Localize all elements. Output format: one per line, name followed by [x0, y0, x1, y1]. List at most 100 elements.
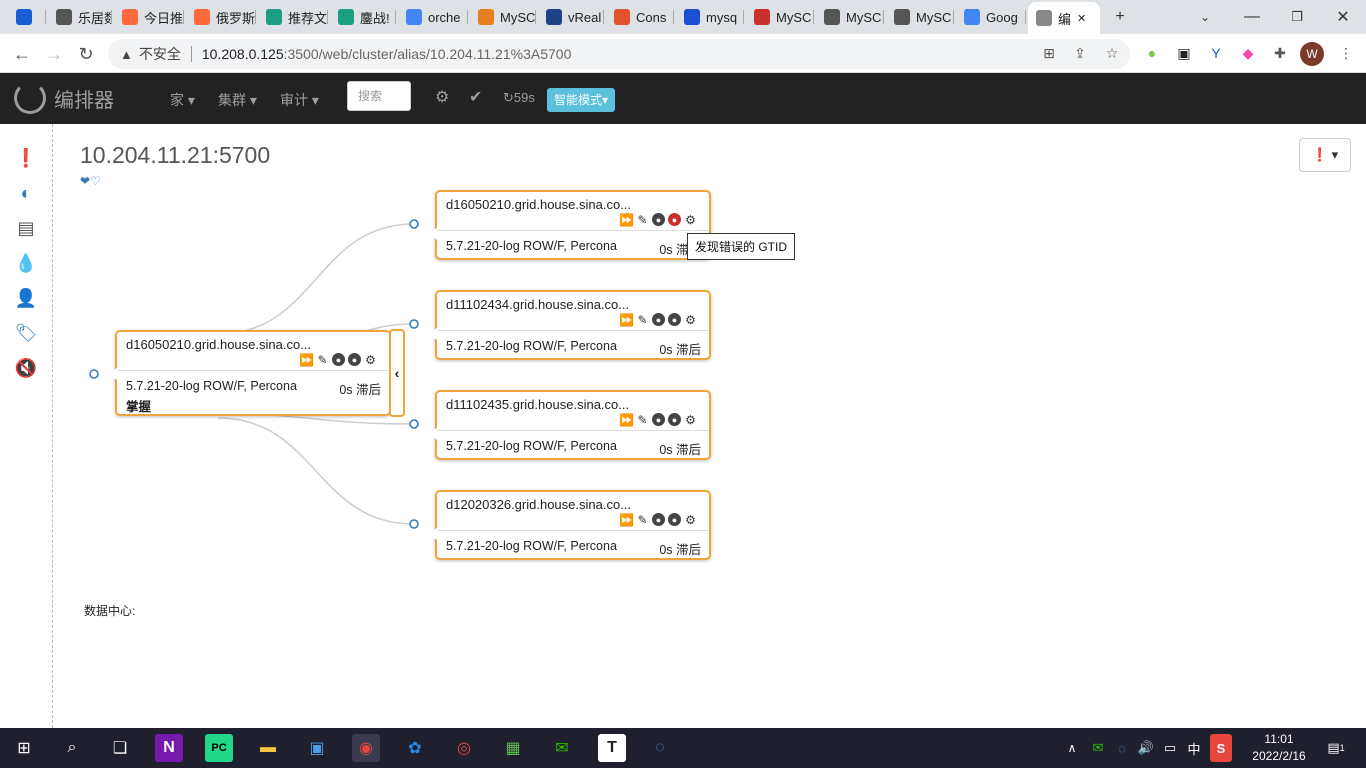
- edit-pencil-icon[interactable]: ✎: [636, 213, 649, 227]
- app-window-icon[interactable]: ▣: [303, 734, 331, 762]
- relocate-icon[interactable]: ⏩: [619, 513, 634, 527]
- notifications-icon[interactable]: ▤ 1: [1322, 734, 1350, 762]
- replica-node[interactable]: d16050210.grid.house.sina.co... ⏩ ✎ ● ● ⚙ 5.7.…: [429, 190, 711, 260]
- edit-pencil-icon[interactable]: ✎: [636, 313, 649, 327]
- settings-gear-icon[interactable]: ⚙: [435, 87, 449, 107]
- drop-icon[interactable]: 💧: [14, 251, 38, 275]
- restore-icon[interactable]: ❐: [1285, 5, 1309, 29]
- replica-connector-dot[interactable]: [409, 219, 419, 229]
- address-bar[interactable]: ▲ 不安全 10.208.0.125:3500/web/cluster/alia…: [108, 39, 1130, 69]
- replica-node[interactable]: d11102434.grid.house.sina.co... ⏩ ✎ ● ● ⚙ 5.7.…: [429, 290, 711, 360]
- relocate-icon[interactable]: ⏩: [619, 213, 634, 227]
- close-tab-icon[interactable]: ✕: [1077, 12, 1086, 25]
- contrast-icon[interactable]: ◐: [14, 181, 38, 205]
- node-hostname[interactable]: d11102434.grid.house.sina.co...: [446, 297, 629, 312]
- browser-tab[interactable]: 编 ✕: [1028, 2, 1100, 34]
- extension-mask-icon[interactable]: ▣: [1173, 42, 1195, 64]
- browser-tab[interactable]: MySC: [746, 4, 814, 30]
- smart-mode-button[interactable]: 智能模式▾: [547, 88, 615, 112]
- back-icon[interactable]: ←: [8, 40, 36, 68]
- browser-tab[interactable]: Cons: [606, 4, 674, 30]
- chart-app-icon[interactable]: ▦: [499, 734, 527, 762]
- chrome-icon[interactable]: ◉: [352, 734, 380, 762]
- extension-y-icon[interactable]: Y: [1205, 42, 1227, 64]
- menu-clusters[interactable]: 集群 ▾: [218, 90, 257, 110]
- node-settings-icon[interactable]: ⚙: [364, 353, 377, 367]
- check-circle-icon[interactable]: ✔: [469, 87, 482, 107]
- relocate-icon[interactable]: ⏩: [299, 353, 314, 367]
- gtid-globe-icon[interactable]: ●: [652, 213, 665, 226]
- compare-icon[interactable]: ▤: [14, 216, 38, 240]
- edit-pencil-icon[interactable]: ✎: [636, 513, 649, 527]
- browser-tab[interactable]: MySC: [816, 4, 884, 30]
- gtid-error-icon[interactable]: ●: [668, 213, 681, 226]
- node-settings-icon[interactable]: ⚙: [684, 513, 697, 527]
- warning-icon[interactable]: ▲: [120, 47, 133, 62]
- ime-indicator[interactable]: 中: [1184, 734, 1204, 762]
- browser-tab[interactable]: vReal: [538, 4, 604, 30]
- reload-icon[interactable]: ↻: [72, 40, 100, 68]
- extension-bird-icon[interactable]: ◆: [1237, 42, 1259, 64]
- node-settings-icon[interactable]: ⚙: [684, 313, 697, 327]
- search-icon[interactable]: ⌕: [58, 734, 86, 762]
- browser-menu-icon[interactable]: ⋮: [1335, 42, 1357, 64]
- new-tab-button[interactable]: +: [1108, 5, 1132, 29]
- gtid-globe-icon[interactable]: ●: [652, 313, 665, 326]
- browser-tab[interactable]: 推荐文: [258, 4, 328, 30]
- file-explorer-icon[interactable]: ▬: [254, 734, 282, 762]
- alert-icon[interactable]: ❗: [14, 146, 38, 170]
- browser-tab[interactable]: mysq: [676, 4, 744, 30]
- close-window-icon[interactable]: ✕: [1331, 5, 1355, 29]
- mute-icon[interactable]: 🔇: [14, 356, 38, 380]
- search-input[interactable]: 搜索: [347, 81, 411, 111]
- browser-tab[interactable]: MySC: [470, 4, 536, 30]
- replica-connector-dot[interactable]: [409, 319, 419, 329]
- volume-icon[interactable]: 🔊: [1136, 734, 1156, 762]
- node-hostname[interactable]: d12020326.grid.house.sina.co...: [446, 497, 631, 512]
- replica-node[interactable]: d12020326.grid.house.sina.co... ⏩ ✎ ● ● ⚙ 5.7.…: [429, 490, 711, 560]
- tag-icon[interactable]: 🏷: [14, 321, 38, 345]
- browser-tab[interactable]: orche: [398, 4, 468, 30]
- forward-icon[interactable]: →: [40, 40, 68, 68]
- browser-tab[interactable]: Goog: [956, 4, 1026, 30]
- node-hostname[interactable]: d16050210.grid.house.sina.co...: [126, 337, 311, 352]
- windows-start-icon[interactable]: ⊞: [10, 734, 38, 762]
- browser-tab[interactable]: 乐居数: [48, 4, 112, 30]
- auto-refresh-toggle[interactable]: ↻59s: [503, 90, 535, 106]
- profile-avatar[interactable]: W: [1300, 42, 1324, 66]
- browser-app-icon[interactable]: ✿: [401, 734, 429, 762]
- gtid-globe-icon[interactable]: ●: [652, 513, 665, 526]
- tray-chevron-icon[interactable]: ∧: [1062, 734, 1082, 762]
- translate-icon[interactable]: ⊞: [1038, 42, 1060, 64]
- extensions-puzzle-icon[interactable]: ✚: [1269, 42, 1291, 64]
- relocate-icon[interactable]: ⏩: [619, 313, 634, 327]
- browser-tab[interactable]: [8, 4, 46, 30]
- node-hostname[interactable]: d11102435.grid.house.sina.co...: [446, 397, 629, 412]
- tray-app-icon[interactable]: ◌: [1112, 734, 1132, 762]
- browser-tab[interactable]: 今日推: [114, 4, 184, 30]
- menu-audit[interactable]: 审计 ▾: [280, 90, 319, 110]
- snail-app-icon[interactable]: ◎: [450, 734, 478, 762]
- gtid-globe-icon[interactable]: ●: [332, 353, 345, 366]
- wechat-icon[interactable]: ✉: [548, 734, 576, 762]
- edit-pencil-icon[interactable]: ✎: [316, 353, 329, 367]
- user-icon[interactable]: 👤: [14, 286, 38, 310]
- master-connector-dot[interactable]: [89, 369, 99, 379]
- edit-pencil-icon[interactable]: ✎: [636, 413, 649, 427]
- task-view-icon[interactable]: ❏: [106, 734, 134, 762]
- security-label[interactable]: 不安全: [139, 44, 181, 64]
- share-icon[interactable]: ⇪: [1069, 42, 1091, 64]
- binlog-globe-icon[interactable]: ●: [668, 413, 681, 426]
- tab-search-chevron-icon[interactable]: ⌄: [1193, 5, 1217, 29]
- network-icon[interactable]: ▭: [1160, 734, 1180, 762]
- node-settings-icon[interactable]: ⚙: [684, 213, 697, 227]
- onenote-icon[interactable]: N: [155, 734, 183, 762]
- minimize-icon[interactable]: —: [1240, 5, 1264, 29]
- gtid-globe-icon[interactable]: ●: [652, 413, 665, 426]
- sogou-ime-icon[interactable]: S: [1210, 734, 1232, 762]
- screenshot-app-icon[interactable]: ◌: [646, 734, 674, 762]
- system-clock[interactable]: 11:01 2022/2/16: [1244, 731, 1314, 765]
- collapse-replicas-button[interactable]: ‹: [389, 329, 405, 417]
- typora-icon[interactable]: T: [598, 734, 626, 762]
- replica-connector-dot[interactable]: [409, 419, 419, 429]
